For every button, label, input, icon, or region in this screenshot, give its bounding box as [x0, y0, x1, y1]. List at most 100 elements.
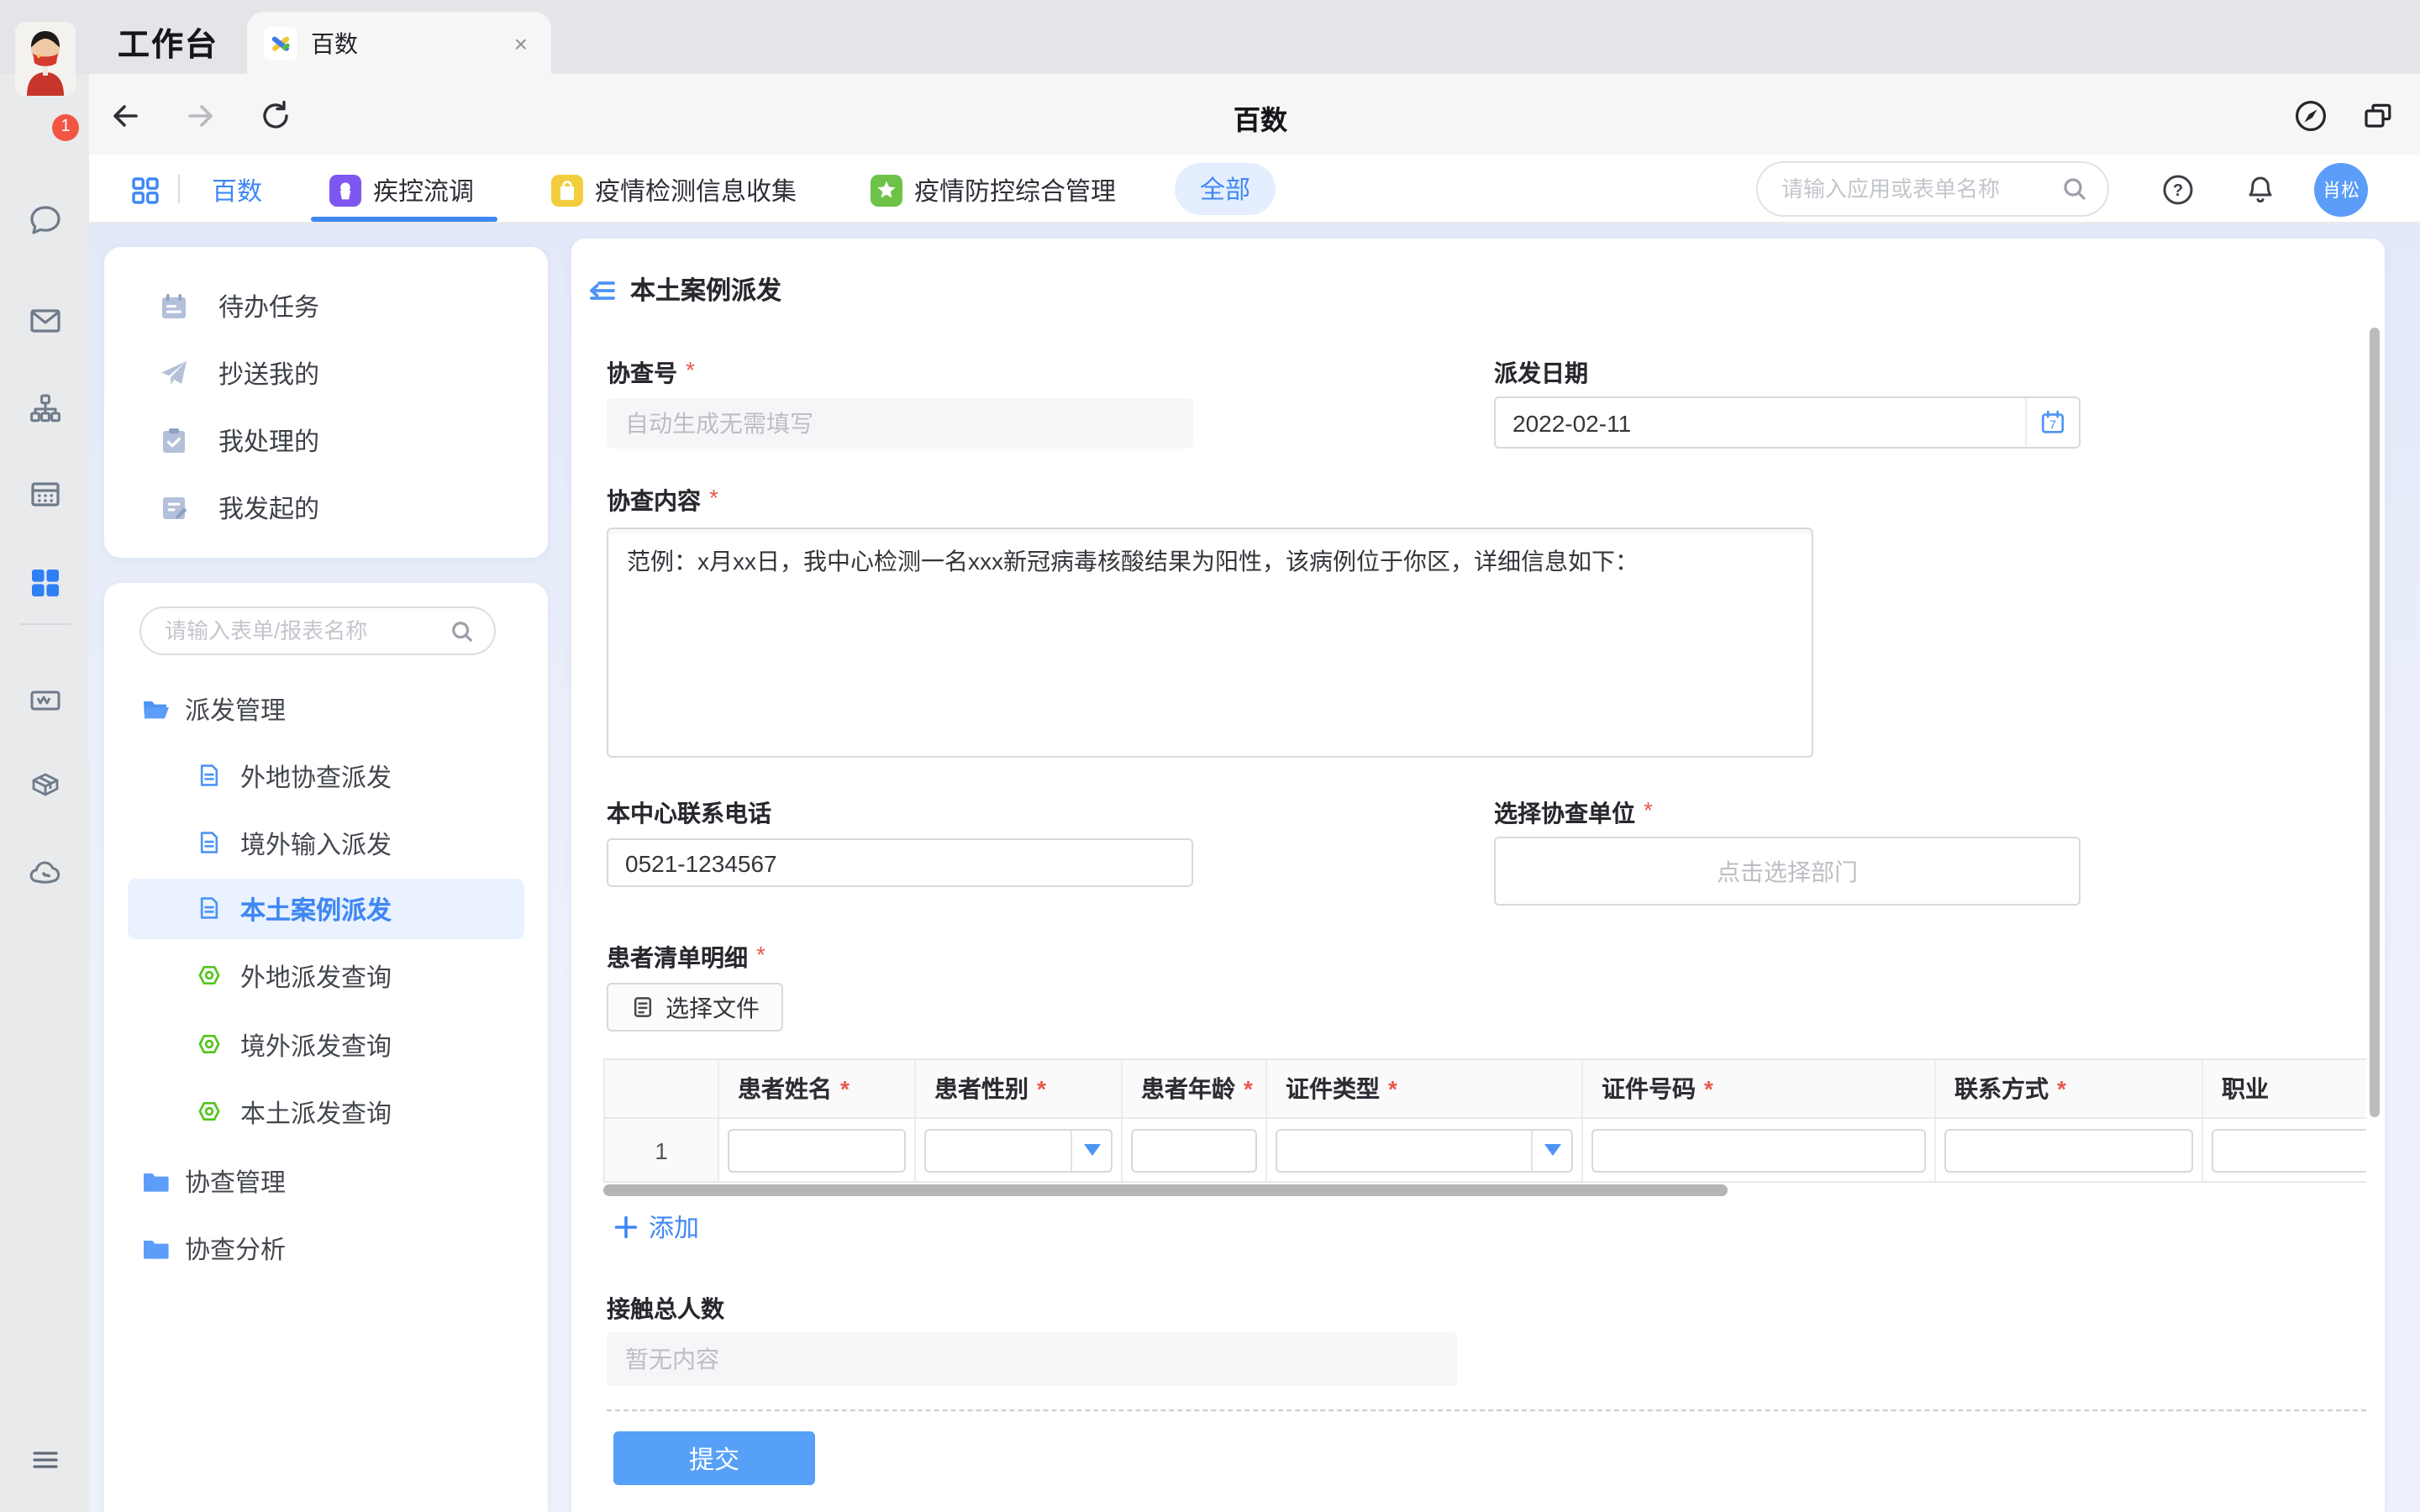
org-icon[interactable]	[27, 390, 64, 435]
chat-icon[interactable]	[27, 202, 64, 247]
submit-button[interactable]: 提交	[613, 1431, 815, 1485]
tree-folder-xiecha-analysis[interactable]: 协查分析	[104, 1220, 548, 1277]
table-row: 1	[605, 1119, 2366, 1183]
tree-item-waidi-query[interactable]: 外地派发查询	[104, 948, 548, 1005]
nav-all-button[interactable]: 全部	[1175, 163, 1276, 215]
form-doc-icon	[197, 762, 225, 790]
app-window: 工作台 百数 × 百数	[0, 0, 2420, 1512]
folder-open-icon	[141, 695, 170, 723]
form-main-card: 本土案例派发 协查号* 派发日期 7 协查内容* 范例：x月xx日，我中心检测一…	[571, 239, 2385, 1512]
horizontal-scrollbar[interactable]	[603, 1184, 1728, 1196]
tree-item-jingwai-query[interactable]: 境外派发查询	[104, 1016, 548, 1074]
rail-menu-icon[interactable]	[27, 1441, 64, 1487]
plus-icon	[613, 1215, 639, 1240]
todo-calendar-icon	[158, 290, 190, 322]
workbench-grid-icon[interactable]	[27, 564, 64, 610]
svg-text:7: 7	[2049, 418, 2056, 433]
quick-link-todo[interactable]: 待办任务	[104, 272, 548, 339]
quick-links-card: 待办任务 抄送我的 我处理的 我发	[104, 247, 548, 558]
tree-item-bentu-query[interactable]: 本土派发查询	[104, 1084, 548, 1141]
patient-age-input[interactable]	[1131, 1128, 1257, 1172]
baishu-logo-icon	[264, 26, 297, 60]
page-title: 百数	[1076, 97, 1445, 138]
vertical-scrollbar[interactable]	[2370, 328, 2380, 1117]
form-doc-icon	[197, 895, 225, 923]
table-header-row: 患者姓名* 患者性别* 患者年龄* 证件类型* 证件号码* 联系方式* 职业	[605, 1060, 2366, 1119]
contact-input[interactable]	[1944, 1128, 2193, 1172]
id-type-select[interactable]	[1276, 1128, 1573, 1172]
dispatch-date-field[interactable]: 7	[1494, 396, 2081, 449]
field-label-patients: 患者清单明细*	[607, 941, 765, 974]
form-header: 本土案例派发	[587, 272, 781, 307]
dispatch-date-input[interactable]	[1496, 409, 2025, 436]
choose-file-button[interactable]: 选择文件	[607, 983, 783, 1032]
field-label-content: 协查内容*	[607, 484, 718, 517]
jikong-app-icon	[329, 174, 361, 206]
calendar-app-icon[interactable]	[27, 475, 64, 521]
forward-icon[interactable]	[182, 97, 218, 134]
select-department-box[interactable]: 点击选择部门	[1494, 837, 2081, 906]
apps-grid-icon[interactable]	[131, 165, 160, 215]
calendar-picker-icon[interactable]: 7	[2025, 398, 2079, 447]
xiechahao-input[interactable]	[607, 398, 1193, 449]
nav-app-jiance[interactable]: 疫情检测信息收集	[551, 165, 797, 215]
dropdown-caret-icon[interactable]	[1071, 1130, 1111, 1170]
notification-bell-icon[interactable]	[2244, 165, 2277, 215]
patients-table: 患者姓名* 患者性别* 患者年龄* 证件类型* 证件号码* 联系方式* 职业 1	[603, 1058, 2366, 1183]
patient-name-input[interactable]	[728, 1128, 906, 1172]
tree-folder-dispatch-mgmt[interactable]: 派发管理	[104, 680, 548, 738]
reload-icon[interactable]	[257, 97, 294, 134]
xiecha-content-textarea[interactable]: 范例：x月xx日，我中心检测一名xxx新冠病毒核酸结果为阳性，该病例位于你区，详…	[607, 528, 1813, 758]
mail-icon[interactable]	[27, 302, 64, 348]
compass-icon[interactable]	[2292, 97, 2329, 134]
user-name-avatar[interactable]: 肖松	[2314, 163, 2368, 217]
form-title: 本土案例派发	[630, 272, 781, 307]
back-icon[interactable]	[108, 97, 145, 134]
patient-gender-select[interactable]	[924, 1128, 1113, 1172]
tab-close-icon[interactable]: ×	[508, 26, 534, 60]
nav-app-jikong[interactable]: 疾控流调	[329, 165, 474, 215]
active-nav-underline	[311, 217, 497, 222]
tree-search[interactable]	[139, 606, 496, 655]
send-plane-icon	[158, 357, 190, 389]
id-number-input[interactable]	[1591, 1128, 1926, 1172]
dropdown-caret-icon[interactable]	[1531, 1130, 1571, 1170]
folder-icon	[141, 1234, 170, 1263]
search-icon	[2062, 176, 2087, 202]
report-hexagon-icon	[197, 962, 225, 990]
rail-divider	[20, 623, 71, 625]
nav-divider	[178, 175, 180, 203]
add-row-button[interactable]: 添加	[613, 1210, 699, 1245]
doc-w-icon[interactable]	[27, 682, 64, 727]
package-icon[interactable]	[27, 766, 64, 811]
browser-tab[interactable]: 百数 ×	[247, 12, 551, 74]
form-tree-card: 派发管理 外地协查派发 境外输入派发 本土案例派发	[104, 583, 548, 1512]
tree-item-waidi-xiecha[interactable]: 外地协查派发	[104, 748, 548, 805]
nav-app-fangkong[interactable]: 疫情防控综合管理	[871, 165, 1116, 215]
tree-folder-xiecha-mgmt[interactable]: 协查管理	[104, 1152, 548, 1210]
field-label-phone: 本中心联系电话	[607, 796, 771, 830]
app-search[interactable]	[1756, 161, 2109, 217]
jiance-app-icon	[551, 174, 583, 206]
contacts-total-input[interactable]	[607, 1332, 1457, 1386]
new-window-icon[interactable]	[2360, 97, 2396, 134]
quick-link-cc[interactable]: 抄送我的	[104, 339, 548, 407]
back-collapse-icon[interactable]	[587, 275, 617, 305]
app-search-input[interactable]	[1778, 175, 2062, 203]
user-avatar[interactable]	[15, 22, 76, 96]
center-phone-input[interactable]	[607, 838, 1193, 887]
cloud-call-icon[interactable]	[27, 855, 64, 900]
tree-item-bentu-anli-selected[interactable]: 本土案例派发	[128, 879, 524, 939]
file-icon	[630, 995, 655, 1020]
search-icon	[450, 619, 474, 643]
occupation-input[interactable]	[2212, 1128, 2366, 1172]
quick-link-initiated[interactable]: 我发起的	[104, 474, 548, 541]
help-icon[interactable]: ?	[2161, 165, 2195, 215]
quick-link-handled[interactable]: 我处理的	[104, 407, 548, 474]
row-index: 1	[605, 1119, 719, 1183]
tree-search-input[interactable]	[161, 617, 450, 645]
nav-home[interactable]: 百数	[212, 165, 262, 215]
tree-item-jingwai-shuru[interactable]: 境外输入派发	[104, 815, 548, 872]
folder-icon	[141, 1167, 170, 1195]
field-label-contacts: 接触总人数	[607, 1292, 724, 1326]
